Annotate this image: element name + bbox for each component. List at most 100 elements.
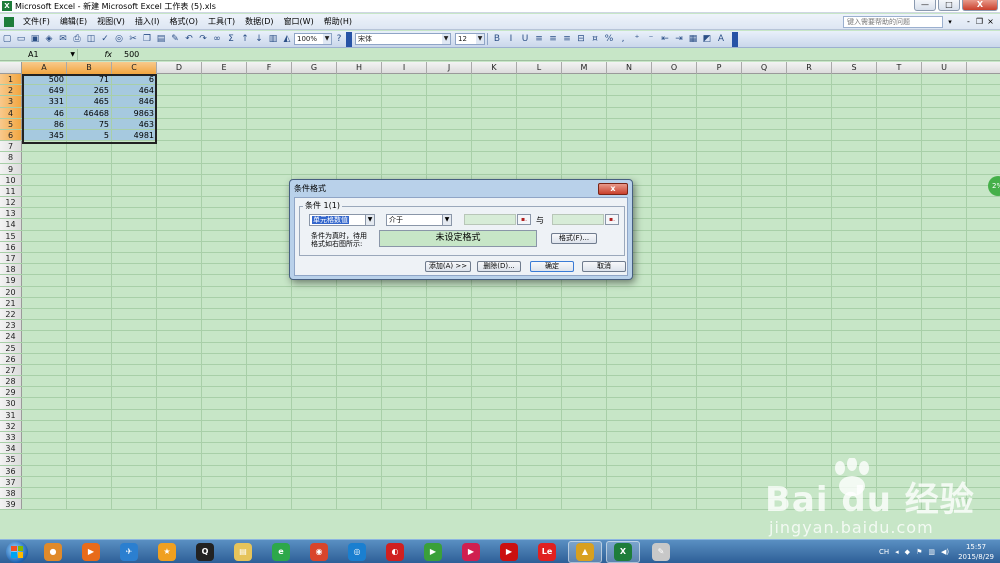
cell-o24[interactable] xyxy=(652,331,697,342)
cell-f15[interactable] xyxy=(247,230,292,241)
operator-select[interactable]: 介于 ▼ xyxy=(386,214,452,226)
cell-r4[interactable] xyxy=(787,107,832,118)
cell-t30[interactable] xyxy=(877,398,922,409)
cell-l6[interactable] xyxy=(517,129,562,141)
cell-q16[interactable] xyxy=(742,241,787,252)
cell-l38[interactable] xyxy=(517,487,562,499)
cell-d29[interactable] xyxy=(157,387,202,398)
cell-d19[interactable] xyxy=(157,275,202,286)
cell-m25[interactable] xyxy=(562,342,607,353)
font-select[interactable]: 宋体 ▼ xyxy=(355,33,451,45)
cell-k31[interactable] xyxy=(472,409,517,420)
cell-c26[interactable] xyxy=(112,353,157,364)
cell-l1[interactable] xyxy=(517,74,562,85)
cell-d13[interactable] xyxy=(157,208,202,219)
cell-b33[interactable] xyxy=(67,432,112,443)
row-header[interactable]: 27 xyxy=(0,364,22,376)
cell-t7[interactable] xyxy=(877,141,922,152)
cell-d39[interactable] xyxy=(157,499,202,510)
cell-a36[interactable] xyxy=(22,465,67,476)
cell-a24[interactable] xyxy=(22,331,67,342)
cell-c20[interactable] xyxy=(112,286,157,297)
cell-l33[interactable] xyxy=(517,432,562,443)
row-header[interactable]: 32 xyxy=(0,420,22,431)
cell-n21[interactable] xyxy=(607,297,652,308)
sort-ascending-icon[interactable]: ↑ xyxy=(239,33,251,45)
cell-o31[interactable] xyxy=(652,409,697,420)
cell-n34[interactable] xyxy=(607,443,652,454)
cell-u1[interactable] xyxy=(922,74,967,85)
cell-m30[interactable] xyxy=(562,398,607,409)
cell-f8[interactable] xyxy=(247,152,292,163)
zoom-select[interactable]: 100% ▼ xyxy=(294,33,332,45)
cell-k24[interactable] xyxy=(472,331,517,342)
cell-d5[interactable] xyxy=(157,118,202,129)
cell-g9[interactable] xyxy=(292,163,337,174)
cell-a14[interactable] xyxy=(22,219,67,230)
cell-o2[interactable] xyxy=(652,85,697,96)
cell-s21[interactable] xyxy=(832,297,877,308)
cell-u29[interactable] xyxy=(922,387,967,398)
cell-d11[interactable] xyxy=(157,185,202,197)
row-header[interactable]: 14 xyxy=(0,219,22,230)
start-button[interactable] xyxy=(6,540,28,563)
cell-h25[interactable] xyxy=(337,342,382,353)
cell-u18[interactable] xyxy=(922,264,967,275)
cell-s23[interactable] xyxy=(832,320,877,331)
currency-icon[interactable]: ¤ xyxy=(589,33,601,45)
cell-j28[interactable] xyxy=(427,376,472,387)
cell-f7[interactable] xyxy=(247,141,292,152)
cell-e36[interactable] xyxy=(202,465,247,476)
cell-r27[interactable] xyxy=(787,364,832,376)
cell-f21[interactable] xyxy=(247,297,292,308)
cell-k25[interactable] xyxy=(472,342,517,353)
cell-b5[interactable]: 75 xyxy=(67,118,112,129)
cell-t3[interactable] xyxy=(877,96,922,107)
cell-a11[interactable] xyxy=(22,185,67,197)
cell-e12[interactable] xyxy=(202,197,247,208)
cell-b24[interactable] xyxy=(67,331,112,342)
cell-k21[interactable] xyxy=(472,297,517,308)
row-header[interactable]: 1 xyxy=(0,74,22,85)
cell-k35[interactable] xyxy=(472,454,517,465)
cell-e30[interactable] xyxy=(202,398,247,409)
cell-p6[interactable] xyxy=(697,129,742,141)
cell-c13[interactable] xyxy=(112,208,157,219)
column-header-a[interactable]: A xyxy=(22,62,67,74)
cell-j8[interactable] xyxy=(427,152,472,163)
row-header[interactable]: 5 xyxy=(0,118,22,129)
cell-r6[interactable] xyxy=(787,129,832,141)
cell-l37[interactable] xyxy=(517,476,562,487)
cell-q23[interactable] xyxy=(742,320,787,331)
cell-t10[interactable] xyxy=(877,174,922,185)
cell-c8[interactable] xyxy=(112,152,157,163)
cell-o20[interactable] xyxy=(652,286,697,297)
cell-j33[interactable] xyxy=(427,432,472,443)
cell-q27[interactable] xyxy=(742,364,787,376)
undo-icon[interactable]: ↶ xyxy=(183,33,195,45)
cell-j31[interactable] xyxy=(427,409,472,420)
cell-e38[interactable] xyxy=(202,487,247,499)
cell-j20[interactable] xyxy=(427,286,472,297)
cell-b25[interactable] xyxy=(67,342,112,353)
cell-h9[interactable] xyxy=(337,163,382,174)
cell-h33[interactable] xyxy=(337,432,382,443)
cell-g25[interactable] xyxy=(292,342,337,353)
cell-o32[interactable] xyxy=(652,420,697,431)
cell-f26[interactable] xyxy=(247,353,292,364)
cell-n33[interactable] xyxy=(607,432,652,443)
cell-d9[interactable] xyxy=(157,163,202,174)
taskbar-app-button[interactable]: ✈ xyxy=(112,541,146,563)
cell-e29[interactable] xyxy=(202,387,247,398)
cell-i21[interactable] xyxy=(382,297,427,308)
cell-d26[interactable] xyxy=(157,353,202,364)
cell-b39[interactable] xyxy=(67,499,112,510)
cell-c21[interactable] xyxy=(112,297,157,308)
cell-t36[interactable] xyxy=(877,465,922,476)
cell-c31[interactable] xyxy=(112,409,157,420)
cell-d33[interactable] xyxy=(157,432,202,443)
cell-b28[interactable] xyxy=(67,376,112,387)
cell-u12[interactable] xyxy=(922,197,967,208)
cell-f33[interactable] xyxy=(247,432,292,443)
cell-f18[interactable] xyxy=(247,264,292,275)
